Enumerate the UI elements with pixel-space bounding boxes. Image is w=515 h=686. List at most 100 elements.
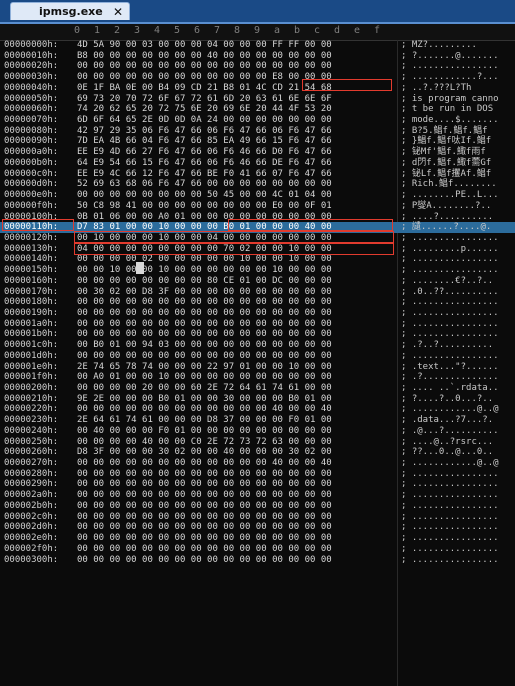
row-ascii[interactable]: ; 铋Lf.鲳f攫Af.鲳f (401, 169, 491, 180)
row-ascii[interactable]: ; MZ?......... (401, 40, 477, 51)
row-bytes[interactable]: 0B 01 06 00 00 A0 01 00 00 00 00 00 00 0… (77, 212, 332, 223)
hex-row[interactable]: 00000040h: 0E 1F BA 0E 00 B4 09 CD 21 B8 … (0, 83, 515, 94)
row-bytes[interactable]: 00 00 00 00 00 00 00 00 00 00 00 00 00 0… (77, 490, 332, 501)
row-ascii[interactable]: ; ............@..@ (401, 458, 499, 469)
hex-row[interactable]: 00000160h: 00 00 00 00 00 00 00 00 80 CE … (0, 276, 515, 287)
row-bytes[interactable]: 64 E9 54 66 15 F6 47 66 06 F6 46 66 DE F… (77, 158, 332, 169)
row-bytes[interactable]: 00 00 00 00 00 00 00 00 00 00 00 00 40 0… (77, 404, 332, 415)
hex-row[interactable]: 000000e0h: 00 00 00 00 00 00 00 00 50 45 … (0, 190, 515, 201)
row-bytes[interactable]: 00 00 00 00 00 00 00 00 00 00 00 00 00 0… (77, 469, 332, 480)
row-ascii[interactable]: ; .?.............. (401, 372, 499, 383)
row-ascii[interactable]: ; .0..??.......... (401, 287, 499, 298)
row-bytes[interactable]: 00 00 00 00 00 00 00 00 00 00 00 00 00 0… (77, 308, 332, 319)
row-bytes[interactable]: 6D 6F 64 65 2E 0D 0D 0A 24 00 00 00 00 0… (77, 115, 332, 126)
row-bytes[interactable]: 50 C8 98 41 00 00 00 00 00 00 00 00 E0 0… (77, 201, 332, 212)
row-ascii[interactable]: ; is program canno (401, 94, 499, 105)
row-ascii[interactable]: ; mode....$....... (401, 115, 499, 126)
hex-row[interactable]: 000002a0h: 00 00 00 00 00 00 00 00 00 00 … (0, 490, 515, 501)
row-bytes[interactable]: 00 00 00 00 00 00 00 00 00 00 00 00 00 0… (77, 61, 332, 72)
row-bytes[interactable]: 00 00 00 00 00 00 00 00 00 00 00 00 00 0… (77, 501, 332, 512)
row-bytes[interactable]: D7 83 01 00 00 10 00 00 00 B0 01 00 00 0… (77, 222, 332, 233)
hex-row[interactable]: 00000010h: B8 00 00 00 00 00 00 00 40 00 … (0, 51, 515, 62)
row-ascii[interactable]: ; .........p...... (401, 244, 499, 255)
row-bytes[interactable]: 00 00 00 00 00 00 00 00 00 00 00 00 40 0… (77, 458, 332, 469)
hex-row[interactable]: 00000220h: 00 00 00 00 00 00 00 00 00 00 … (0, 404, 515, 415)
hex-row[interactable]: 000000a0h: EE E9 4D 66 27 F6 47 66 06 F6 … (0, 147, 515, 158)
row-bytes[interactable]: 0E 1F BA 0E 00 B4 09 CD 21 B8 01 4C CD 2… (77, 83, 332, 94)
hex-row[interactable]: 000000b0h: 64 E9 54 66 15 F6 47 66 06 F6 … (0, 158, 515, 169)
row-ascii[interactable]: ; .... ..`.rdata.. (401, 383, 499, 394)
row-bytes[interactable]: 00 10 00 00 00 10 00 00 04 00 00 00 00 0… (77, 233, 332, 244)
row-bytes[interactable]: 4D 5A 90 00 03 00 00 00 04 00 00 00 FF F… (77, 40, 332, 51)
row-bytes[interactable]: 00 00 00 00 20 00 00 60 2E 72 64 61 74 6… (77, 383, 332, 394)
hex-row[interactable]: 00000020h: 00 00 00 00 00 00 00 00 00 00 … (0, 61, 515, 72)
row-bytes[interactable]: 00 00 00 00 00 00 00 00 50 45 00 00 4C 0… (77, 190, 332, 201)
hex-row[interactable]: 00000140h: 00 00 00 00 02 00 00 00 00 00 … (0, 254, 515, 265)
row-ascii[interactable]: ; .@...?.......... (401, 426, 499, 437)
row-ascii[interactable]: ; ................ (401, 479, 499, 490)
row-bytes[interactable]: B8 00 00 00 00 00 00 00 40 00 00 00 00 0… (77, 51, 332, 62)
hex-row[interactable]: 00000110h: D7 83 01 00 00 10 00 00 00 B0 … (0, 222, 515, 233)
close-icon[interactable]: ✕ (113, 3, 123, 21)
row-bytes[interactable]: 00 00 00 00 00 00 00 00 00 00 00 00 00 0… (77, 319, 332, 330)
hex-row[interactable]: 000001c0h: 00 B0 01 00 94 03 00 00 00 00 … (0, 340, 515, 351)
row-ascii[interactable]: ; ........€?..?.. (401, 276, 493, 287)
row-bytes[interactable]: 00 40 00 00 00 F0 01 00 00 00 00 00 00 0… (77, 426, 332, 437)
row-ascii[interactable]: ; ........PE..L... (401, 190, 499, 201)
hex-row[interactable]: 000001d0h: 00 00 00 00 00 00 00 00 00 00 … (0, 351, 515, 362)
row-bytes[interactable]: 69 73 20 70 72 6F 67 72 61 6D 20 63 61 6… (77, 94, 332, 105)
row-bytes[interactable]: 42 97 29 35 06 F6 47 66 06 F6 47 66 06 F… (77, 126, 332, 137)
row-bytes[interactable]: 00 00 00 00 00 00 00 00 80 CE 01 00 DC 0… (77, 276, 332, 287)
row-bytes[interactable]: 00 00 00 00 00 00 00 00 00 00 00 00 00 0… (77, 544, 332, 555)
hex-row[interactable]: 000001e0h: 2E 74 65 78 74 00 00 00 22 97 … (0, 362, 515, 373)
row-ascii[interactable]: ; Rich.鲳f........ (401, 179, 497, 190)
row-bytes[interactable]: 52 69 63 68 06 F6 47 66 00 00 00 00 00 0… (77, 179, 332, 190)
row-bytes[interactable]: 00 00 00 00 00 00 00 00 00 00 00 00 00 0… (77, 522, 332, 533)
row-bytes[interactable]: EE E9 4C 66 12 F6 47 66 BE F0 41 66 07 F… (77, 169, 332, 180)
row-bytes[interactable]: 2E 64 61 74 61 00 00 00 D8 37 00 00 00 F… (77, 415, 332, 426)
row-bytes[interactable]: 74 20 62 65 20 72 75 6E 20 69 6E 20 44 4… (77, 104, 332, 115)
row-bytes[interactable]: 00 00 00 00 00 00 00 00 00 00 00 00 00 0… (77, 351, 332, 362)
hex-row[interactable]: 00000120h: 00 10 00 00 00 10 00 00 04 00 … (0, 233, 515, 244)
hex-row[interactable]: 00000050h: 69 73 20 70 72 6F 67 72 61 6D … (0, 94, 515, 105)
row-ascii[interactable]: ; ................ (401, 544, 499, 555)
row-ascii[interactable]: ; ................ (401, 297, 499, 308)
row-bytes[interactable]: 00 30 02 00 D8 3F 00 00 00 00 00 00 00 0… (77, 287, 332, 298)
row-ascii[interactable]: ; ................ (401, 469, 499, 480)
row-bytes[interactable]: 00 B0 01 00 94 03 00 00 00 00 00 00 00 0… (77, 340, 332, 351)
hex-row[interactable]: 00000230h: 2E 64 61 74 61 00 00 00 D8 37 … (0, 415, 515, 426)
row-ascii[interactable]: ; ................ (401, 61, 499, 72)
hex-row[interactable]: 00000100h: 0B 01 06 00 00 A0 01 00 00 00 … (0, 212, 515, 223)
row-ascii[interactable]: ; ................ (401, 522, 499, 533)
row-bytes[interactable]: 7D EA 4B 66 04 F6 47 66 85 EA 49 66 15 F… (77, 136, 332, 147)
row-ascii[interactable]: ; ..?.???L?Th (401, 83, 471, 94)
row-ascii[interactable]: ; ................ (401, 490, 499, 501)
row-bytes[interactable]: 00 A0 01 00 00 10 00 00 00 00 00 00 00 0… (77, 372, 332, 383)
row-ascii[interactable]: ; ....@..?rsrc... (401, 437, 493, 448)
hex-row[interactable]: 00000150h: 00 00 10 00 00 10 00 00 00 00 … (0, 265, 515, 276)
row-ascii[interactable]: ; ................ (401, 308, 499, 319)
row-ascii[interactable]: ; ................ (401, 501, 499, 512)
hex-row[interactable]: 00000280h: 00 00 00 00 00 00 00 00 00 00 … (0, 469, 515, 480)
row-bytes[interactable]: 00 00 00 00 00 00 00 00 00 00 00 00 00 0… (77, 297, 332, 308)
row-ascii[interactable]: ; P燮A........?.. (401, 201, 491, 212)
row-bytes[interactable]: 00 00 00 00 00 00 00 00 00 00 00 00 E8 0… (77, 72, 332, 83)
hex-row[interactable]: 00000270h: 00 00 00 00 00 00 00 00 00 00 … (0, 458, 515, 469)
row-ascii[interactable]: ; ................ (401, 512, 499, 523)
row-ascii[interactable]: ; ................ (401, 533, 499, 544)
row-ascii[interactable]: ; ................ (401, 555, 499, 566)
hex-row[interactable]: 000001f0h: 00 A0 01 00 00 10 00 00 00 00 … (0, 372, 515, 383)
row-bytes[interactable]: 9E 2E 00 00 00 B0 01 00 00 30 00 00 00 B… (77, 394, 332, 405)
row-ascii[interactable]: ; ??...0..@...0.. (401, 447, 493, 458)
row-ascii[interactable]: ; ?.......@....... (401, 51, 499, 62)
row-ascii[interactable]: ; }鯧f.鲳f呔If.鲳f (401, 136, 491, 147)
row-ascii[interactable]: ; 铋Mf'鲳f.鯫f雨f (401, 147, 486, 158)
row-ascii[interactable]: ; ................ (401, 329, 499, 340)
hex-row[interactable]: 000002e0h: 00 00 00 00 00 00 00 00 00 00 … (0, 533, 515, 544)
row-ascii[interactable]: ; ................ (401, 319, 499, 330)
row-bytes[interactable]: 00 00 00 00 02 00 00 00 00 00 10 00 00 1… (77, 254, 332, 265)
hex-row[interactable]: 000000d0h: 52 69 63 68 06 F6 47 66 00 00 … (0, 179, 515, 190)
hex-row[interactable]: 00000000h: 4D 5A 90 00 03 00 00 00 04 00 … (0, 40, 515, 51)
row-bytes[interactable]: EE E9 4D 66 27 F6 47 66 06 F6 46 66 D0 F… (77, 147, 332, 158)
row-bytes[interactable]: 00 00 00 00 00 00 00 00 00 00 00 00 00 0… (77, 479, 332, 490)
